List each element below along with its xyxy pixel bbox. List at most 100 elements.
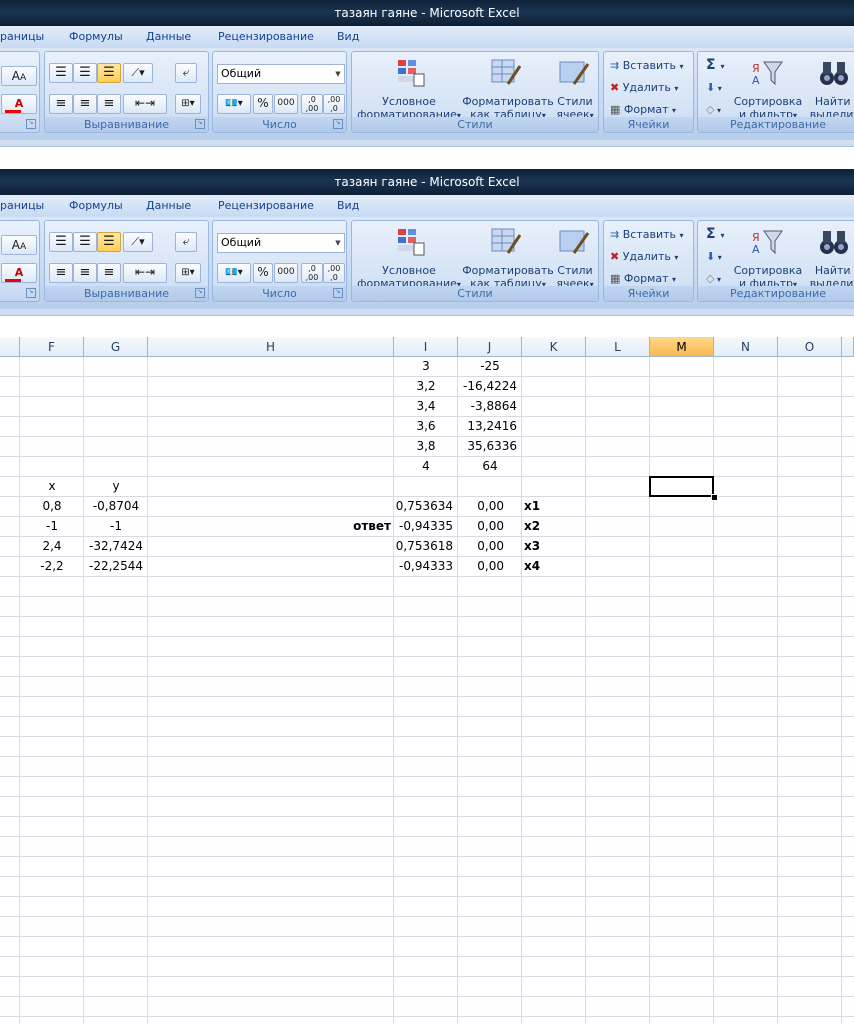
cell-I2[interactable]: 3,2 <box>394 377 458 396</box>
align-middle-icon-2[interactable]: ☰ <box>73 232 97 252</box>
column-header-P[interactable] <box>842 337 854 357</box>
cell-I10[interactable]: 0,753618 <box>394 537 458 556</box>
autosum-button[interactable]: Σ ▾ <box>706 57 724 73</box>
cell-J8[interactable]: 0,00 <box>458 497 522 516</box>
align-top-icon-2[interactable]: ☰ <box>49 232 73 252</box>
cell-F9[interactable]: -1 <box>20 517 84 536</box>
currency-icon-2[interactable]: 💶▾ <box>217 263 251 283</box>
cell-F10[interactable]: 2,4 <box>20 537 84 556</box>
cell-J6[interactable]: 64 <box>458 457 522 476</box>
cell-J3[interactable]: -3,8864 <box>458 397 522 416</box>
number-launcher-icon[interactable]: ↘ <box>333 119 343 129</box>
column-header-M[interactable]: M <box>650 337 714 357</box>
cell-I1[interactable]: 3 <box>394 357 458 376</box>
indent-icon-2[interactable]: ⇤⇥ <box>123 263 167 283</box>
alignment-launcher-icon[interactable]: ↘ <box>195 119 205 129</box>
number-format-select-2[interactable]: Общий ▼ <box>217 233 345 253</box>
orientation-icon[interactable]: ⟋▾ <box>123 63 153 83</box>
tab-data-2[interactable]: Данные <box>146 199 191 212</box>
font-color-button[interactable]: A <box>1 94 37 114</box>
alignment-launcher-icon-2[interactable]: ↘ <box>195 288 205 298</box>
format-cells-button-2[interactable]: ▦ Формат ▾ <box>610 272 676 285</box>
column-header-F[interactable]: F <box>20 337 84 357</box>
cell-K8[interactable]: x1 <box>524 497 586 516</box>
cell-J2[interactable]: -16,4224 <box>458 377 522 396</box>
increase-decimal-button-2[interactable]: ,0 ,00 <box>301 263 323 283</box>
orientation-icon-2[interactable]: ⟋▾ <box>123 232 153 252</box>
fill-handle[interactable] <box>711 494 718 501</box>
percent-button-2[interactable]: % <box>253 263 273 283</box>
column-header-K[interactable]: K <box>522 337 586 357</box>
column-header-J[interactable]: J <box>458 337 522 357</box>
thousands-button-2[interactable]: 000 <box>274 263 298 283</box>
tab-view-2[interactable]: Вид <box>337 199 359 212</box>
cell-I8[interactable]: 0,753634 <box>394 497 458 516</box>
thousands-button[interactable]: 000 <box>274 94 298 114</box>
cell-H9[interactable]: ответ <box>148 517 394 536</box>
align-left-icon-2[interactable]: ≡ <box>49 263 73 283</box>
align-center-icon-2[interactable]: ≡ <box>73 263 97 283</box>
tab-review-2[interactable]: Рецензирование <box>218 199 314 212</box>
tab-formulas-2[interactable]: Формулы <box>69 199 123 212</box>
format-cells-button[interactable]: ▦ Формат ▾ <box>610 103 676 116</box>
merge-icon[interactable]: ⊞▾ <box>175 94 201 114</box>
clear-icon-2[interactable]: ◇ ▾ <box>706 272 721 285</box>
cell-K11[interactable]: x4 <box>524 557 586 576</box>
font-grow-button[interactable]: AA <box>1 66 37 86</box>
column-header-N[interactable]: N <box>714 337 778 357</box>
cell-J4[interactable]: 13,2416 <box>458 417 522 436</box>
column-header-E[interactable] <box>0 337 20 357</box>
fill-icon[interactable]: ⬇ ▾ <box>706 81 722 94</box>
cell-I3[interactable]: 3,4 <box>394 397 458 416</box>
column-header-G[interactable]: G <box>84 337 148 357</box>
font-grow-button-2[interactable]: AA <box>1 235 37 255</box>
cell-G10[interactable]: -32,7424 <box>84 537 148 556</box>
align-right-icon[interactable]: ≡ <box>97 94 121 114</box>
cell-F7[interactable]: x <box>20 477 84 496</box>
number-launcher-icon-2[interactable]: ↘ <box>333 288 343 298</box>
currency-icon[interactable]: 💶▾ <box>217 94 251 114</box>
cell-J11[interactable]: 0,00 <box>458 557 522 576</box>
tab-view[interactable]: Вид <box>337 30 359 43</box>
align-center-icon[interactable]: ≡ <box>73 94 97 114</box>
insert-cells-button-2[interactable]: ⇉ Вставить ▾ <box>610 228 684 241</box>
cell-I5[interactable]: 3,8 <box>394 437 458 456</box>
clear-icon[interactable]: ◇ ▾ <box>706 103 721 116</box>
wrap-text-icon[interactable]: ⤶ <box>175 63 197 83</box>
align-right-icon-2[interactable]: ≡ <box>97 263 121 283</box>
percent-button[interactable]: % <box>253 94 273 114</box>
cell-G11[interactable]: -22,2544 <box>84 557 148 576</box>
tab-data[interactable]: Данные <box>146 30 191 43</box>
cell-G7[interactable]: y <box>84 477 148 496</box>
align-middle-icon[interactable]: ☰ <box>73 63 97 83</box>
font-launcher-icon[interactable]: ↘ <box>26 119 36 129</box>
column-header-H[interactable]: H <box>148 337 394 357</box>
font-color-button-2[interactable]: A <box>1 263 37 283</box>
cell-F8[interactable]: 0,8 <box>20 497 84 516</box>
cell-J9[interactable]: 0,00 <box>458 517 522 536</box>
tab-page-layout[interactable]: раницы <box>0 30 44 43</box>
tab-page-layout-2[interactable]: раницы <box>0 199 44 212</box>
insert-cells-button[interactable]: ⇉ Вставить ▾ <box>610 59 684 72</box>
cell-I6[interactable]: 4 <box>394 457 458 476</box>
font-launcher-icon-2[interactable]: ↘ <box>26 288 36 298</box>
merge-icon-2[interactable]: ⊞▾ <box>175 263 201 283</box>
delete-cells-button-2[interactable]: ✖ Удалить ▾ <box>610 250 678 263</box>
active-cell-selection[interactable] <box>649 476 714 497</box>
cell-F11[interactable]: -2,2 <box>20 557 84 576</box>
column-header-O[interactable]: O <box>778 337 842 357</box>
autosum-button-2[interactable]: Σ ▾ <box>706 226 724 242</box>
align-bottom-icon-2[interactable]: ☰ <box>97 232 121 252</box>
increase-decimal-button[interactable]: ,0 ,00 <box>301 94 323 114</box>
delete-cells-button[interactable]: ✖ Удалить ▾ <box>610 81 678 94</box>
cell-G9[interactable]: -1 <box>84 517 148 536</box>
cell-J1[interactable]: -25 <box>458 357 522 376</box>
cell-J5[interactable]: 35,6336 <box>458 437 522 456</box>
wrap-text-icon-2[interactable]: ⤶ <box>175 232 197 252</box>
align-bottom-icon[interactable]: ☰ <box>97 63 121 83</box>
decrease-decimal-button-2[interactable]: ,00 ,0 <box>323 263 345 283</box>
cell-G8[interactable]: -0,8704 <box>84 497 148 516</box>
tab-formulas[interactable]: Формулы <box>69 30 123 43</box>
align-left-icon[interactable]: ≡ <box>49 94 73 114</box>
cell-K10[interactable]: x3 <box>524 537 586 556</box>
